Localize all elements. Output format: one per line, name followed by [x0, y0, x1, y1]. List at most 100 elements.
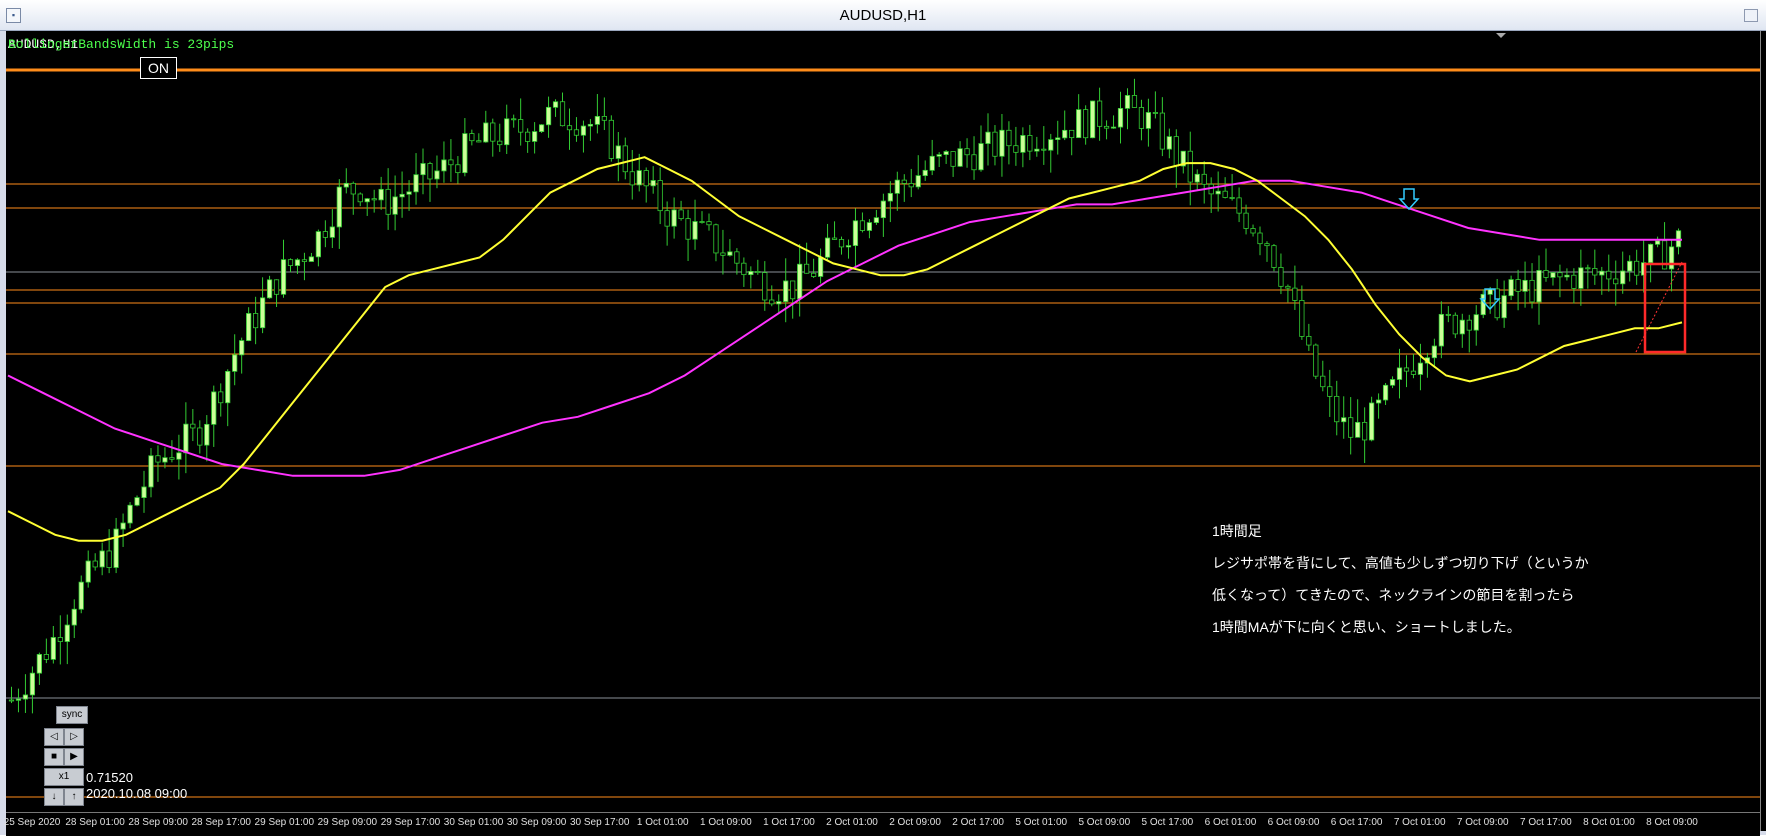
candle-body — [1222, 190, 1228, 198]
candle-body — [1159, 112, 1165, 150]
candle-body — [225, 370, 231, 404]
candle-body — [880, 200, 886, 219]
candle-body — [329, 226, 335, 238]
candle-body — [1585, 267, 1591, 270]
x-tick-label: 5 Oct 09:00 — [1078, 817, 1131, 828]
candle-body — [8, 699, 15, 702]
candle-body — [266, 279, 273, 299]
candle-body — [322, 231, 328, 238]
candle-body — [1445, 313, 1451, 316]
stop-button[interactable]: ■ — [44, 748, 64, 766]
candle-body — [1299, 300, 1305, 337]
tester-price: 0.71520 — [86, 770, 133, 785]
candle-body — [36, 654, 42, 674]
candle-body — [350, 182, 356, 195]
candle-body — [894, 179, 900, 194]
candle-body — [650, 180, 656, 187]
candle-body — [545, 106, 552, 126]
candle-body — [469, 133, 475, 142]
candle-body — [1257, 232, 1263, 245]
candle-body — [1550, 272, 1556, 278]
candle-body — [413, 174, 419, 193]
shift-marker-icon — [1496, 33, 1506, 38]
candle-body — [287, 259, 294, 266]
candle-body — [873, 217, 879, 223]
scroll-up-button[interactable]: ↑ — [64, 788, 84, 806]
candle-body — [1083, 109, 1089, 139]
candle-body — [1675, 230, 1682, 248]
annotation-note: 1時間足 レジサポ帯を背にして、高値も少しずつ切り下げ（というか 低くなって）て… — [1212, 515, 1589, 643]
candle-body — [685, 218, 691, 240]
candle-body — [406, 191, 412, 195]
sync-button[interactable]: sync — [56, 706, 88, 724]
candle-body — [573, 129, 580, 136]
candle-body — [1006, 129, 1012, 147]
candle-body — [580, 125, 587, 136]
candle-body — [1473, 314, 1479, 331]
candle-body — [978, 143, 984, 171]
x-tick-label: 25 Sep 2020 — [3, 817, 61, 828]
candle-body — [22, 694, 29, 700]
candle-body — [999, 129, 1005, 157]
candle-body — [811, 272, 817, 277]
candle-body — [476, 140, 482, 143]
candle-body — [817, 256, 824, 277]
x-tick-label: 7 Oct 17:00 — [1519, 817, 1572, 828]
candle-body — [1571, 274, 1577, 289]
candle-body — [294, 259, 301, 266]
candle-body — [762, 272, 768, 301]
on-toggle-button[interactable]: ON — [140, 57, 177, 79]
play-button[interactable]: ▶ — [64, 748, 84, 766]
x-tick-label: 1 Oct 17:00 — [763, 817, 815, 828]
candle-body — [1536, 270, 1542, 303]
candle-body — [852, 220, 859, 246]
candle-body — [148, 455, 154, 488]
x-tick-label: 6 Oct 17:00 — [1330, 817, 1383, 828]
candle-body — [218, 391, 224, 404]
candle-body — [385, 188, 391, 215]
candle-body — [552, 101, 559, 108]
step-back-button[interactable]: ◁ — [44, 728, 64, 746]
candle-body — [1313, 344, 1319, 377]
x-tick-label: 2 Oct 01:00 — [826, 817, 878, 828]
candle-body — [1264, 243, 1270, 247]
candle-body — [845, 245, 852, 248]
step-forward-button[interactable]: ▷ — [64, 728, 84, 746]
candle-body — [43, 654, 49, 660]
candle-body — [1110, 126, 1117, 129]
candle-body — [1236, 197, 1242, 214]
candle-body — [797, 263, 803, 300]
candle-body — [1027, 135, 1033, 152]
annotation-line: 低くなって）てきたので、ネックラインの節目を割ったら — [1212, 587, 1575, 603]
candle-body — [776, 301, 782, 305]
candle-body — [357, 193, 363, 203]
candle-body — [1375, 399, 1382, 404]
candle-body — [1369, 402, 1375, 441]
candle-body — [1013, 145, 1019, 153]
candle-body — [1654, 240, 1661, 245]
candle-body — [169, 457, 175, 460]
x-tick-label: 29 Sep 01:00 — [254, 817, 315, 828]
scroll-down-button[interactable]: ↓ — [44, 788, 64, 806]
candle-body — [1243, 212, 1249, 229]
x-tick-label: 6 Oct 01:00 — [1204, 817, 1257, 828]
price-chart[interactable] — [0, 0, 1766, 835]
candle-body — [671, 209, 677, 227]
candle-body — [992, 131, 998, 157]
x-tick-label: 2 Oct 09:00 — [889, 817, 941, 828]
candle-body — [176, 452, 182, 460]
candle-body — [155, 455, 161, 463]
speed-button[interactable]: x1 — [44, 768, 84, 786]
candle-body — [566, 125, 573, 131]
x-tick-label: 29 Sep 09:00 — [317, 817, 378, 828]
candle-body — [1459, 319, 1465, 335]
candle-body — [915, 175, 921, 188]
candle-body — [1229, 197, 1235, 199]
candle-body — [727, 251, 733, 256]
candle-body — [1250, 228, 1256, 234]
candle-body — [399, 193, 405, 198]
candle-body — [859, 220, 866, 231]
candle-body — [1648, 243, 1654, 264]
candle-body — [1341, 417, 1347, 423]
candle-body — [1138, 107, 1145, 129]
